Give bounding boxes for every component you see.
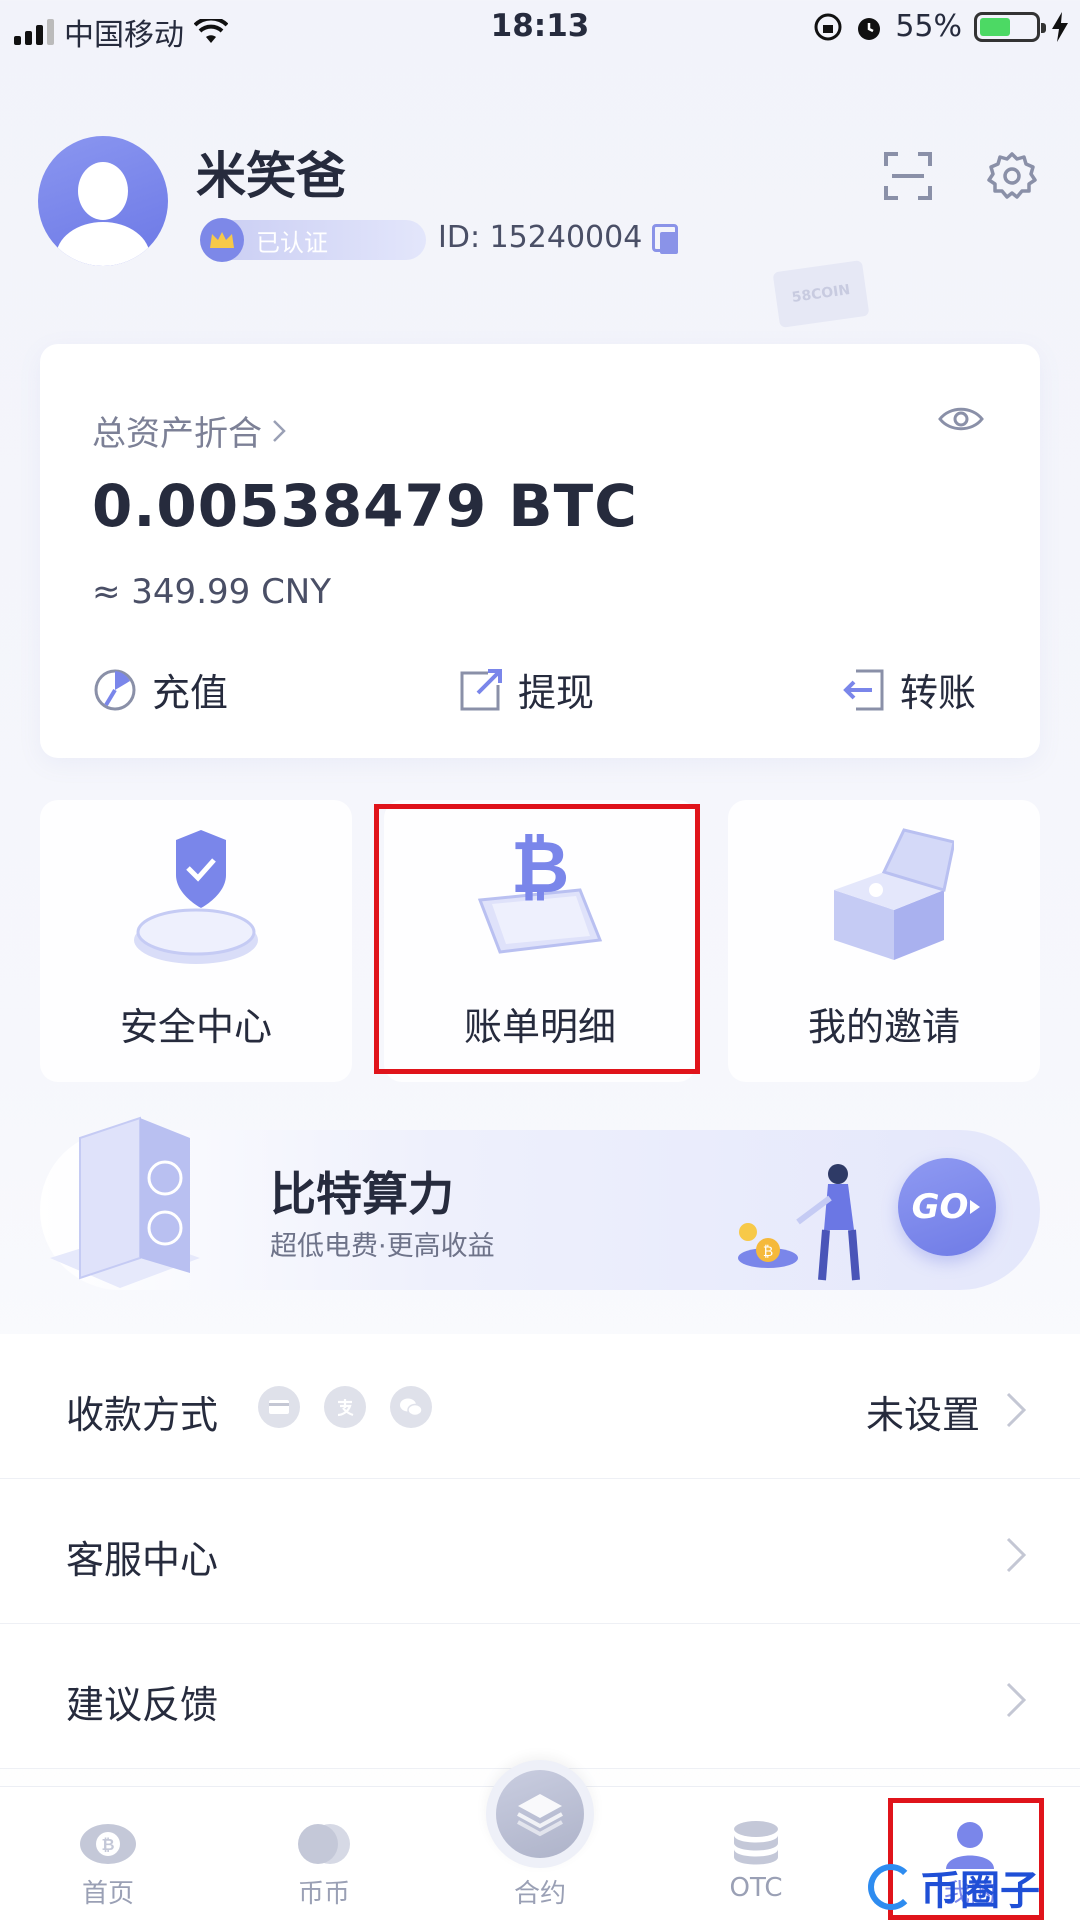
asset-card: 总资产折合 0.00538479 BTC ≈ 349.99 CNY 充值 提现 [40, 344, 1040, 758]
copy-icon[interactable] [652, 223, 679, 254]
list-item-payment-methods[interactable]: 收款方式 未设置 [0, 1334, 1080, 1479]
payment-methods-label: 收款方式 [66, 1393, 219, 1437]
user-id: ID: 15240004 [438, 220, 679, 255]
avatar[interactable] [38, 136, 168, 266]
settings-list: 收款方式 未设置 客服中心 建议反馈 [0, 1334, 1080, 1769]
feedback-label: 建议反馈 [66, 1683, 219, 1727]
wechat-icon [390, 1386, 432, 1428]
total-assets-link[interactable]: 总资产折合 [92, 406, 286, 455]
tab-contract-label: 合约 [513, 1879, 566, 1909]
chevron-right-icon [1006, 1682, 1027, 1718]
home-coin-icon: ₿ [78, 1819, 138, 1869]
svg-text:₿: ₿ [101, 1835, 114, 1854]
tile-label: 安全中心 [119, 1005, 272, 1049]
alarm-icon [858, 17, 881, 40]
banner-subtitle: 超低电费·更高收益 [270, 1231, 495, 1262]
eye-icon[interactable] [938, 404, 984, 434]
highlight-box-bill [374, 804, 700, 1074]
status-right: 55% [813, 9, 1068, 44]
layers-icon [496, 1770, 584, 1858]
customer-service-label: 客服中心 [66, 1538, 219, 1582]
verified-badge: 已认证 [200, 218, 426, 262]
tab-otc[interactable]: OTC [676, 1787, 836, 1920]
tab-spot-label: 币币 [297, 1879, 350, 1909]
user-name: 米笑爸 [196, 147, 346, 205]
coins-icon [294, 1819, 354, 1869]
transfer-label: 转账 [900, 671, 977, 715]
contract-tab-bubble[interactable] [486, 1760, 594, 1868]
gift-box-icon [834, 828, 954, 960]
transfer-icon [843, 669, 884, 710]
tile-my-invitations[interactable]: 我的邀请 [728, 800, 1040, 1082]
withdraw-button[interactable]: 提现 [458, 662, 594, 717]
tab-home[interactable]: ₿ 首页 [28, 1787, 188, 1920]
crown-icon [200, 218, 244, 262]
svg-text:₿: ₿ [763, 1244, 773, 1260]
asset-cny-value: ≈ 349.99 CNY [92, 572, 332, 612]
tile-security-center[interactable]: 安全中心 [40, 800, 352, 1082]
withdraw-label: 提现 [518, 671, 595, 715]
withdraw-icon [460, 668, 502, 710]
watermark: 币圈子 [868, 1858, 1040, 1916]
tab-home-label: 首页 [81, 1879, 134, 1909]
asset-actions: 充值 提现 转账 [92, 662, 988, 722]
list-item-feedback[interactable]: 建议反馈 [0, 1624, 1080, 1769]
shield-icon [134, 830, 258, 964]
server-icon [50, 1116, 200, 1288]
go-button[interactable]: GO [898, 1158, 996, 1256]
scan-icon[interactable] [882, 150, 934, 202]
banner-title: 比特算力 [270, 1167, 454, 1221]
battery-icon [974, 11, 1046, 42]
transfer-button[interactable]: 转账 [840, 662, 976, 717]
alipay-icon [324, 1386, 366, 1428]
chevron-right-icon [1006, 1392, 1027, 1428]
deposit-button[interactable]: 充值 [92, 662, 228, 717]
tab-spot[interactable]: 币币 [244, 1787, 404, 1920]
tile-label: 我的邀请 [807, 1005, 960, 1049]
verified-label: 已认证 [256, 228, 328, 257]
rotation-lock-icon [814, 13, 842, 40]
payment-icons [258, 1386, 432, 1428]
total-assets-label: 总资产折合 [92, 414, 262, 454]
watermark-text: 币圈子 [920, 1868, 1040, 1914]
database-icon [726, 1819, 786, 1869]
play-icon [970, 1200, 981, 1214]
list-item-customer-service[interactable]: 客服中心 [0, 1479, 1080, 1624]
gear-icon[interactable] [986, 150, 1038, 202]
status-bar: 中国移动 18:13 55% [0, 0, 1080, 56]
miner-illustration-icon: ₿ [738, 1164, 860, 1281]
battery-percent: 55% [895, 9, 962, 44]
go-label: GO [911, 1187, 969, 1227]
bank-card-icon [258, 1386, 300, 1428]
user-id-text: ID: 15240004 [438, 220, 643, 255]
asset-btc-value: 0.00538479 BTC [92, 472, 638, 540]
payment-methods-value: 未设置 [865, 1393, 980, 1437]
chevron-right-icon [1006, 1537, 1027, 1573]
charging-icon [1052, 11, 1068, 42]
watermark-logo-icon [868, 1864, 914, 1910]
tab-otc-label: OTC [729, 1873, 783, 1903]
deposit-icon [94, 669, 136, 710]
chevron-right-icon [273, 419, 286, 442]
deposit-label: 充值 [152, 671, 229, 715]
decor-flag: 58COIN [772, 260, 870, 328]
